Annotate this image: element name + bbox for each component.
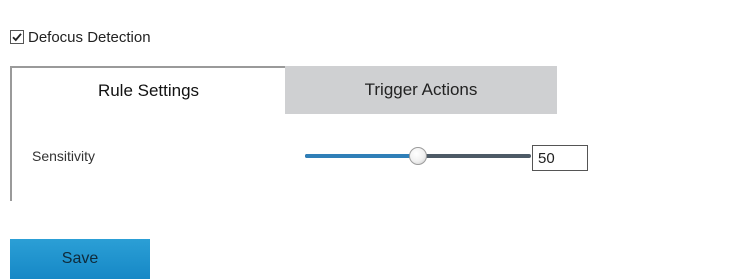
defocus-detection-checkbox[interactable] <box>10 30 24 44</box>
slider-thumb[interactable] <box>409 147 427 165</box>
tab-bar: Rule Settings Trigger Actions <box>12 66 557 114</box>
sensitivity-label: Sensitivity <box>32 148 96 164</box>
defocus-detection-row: Defocus Detection <box>10 28 151 46</box>
checkmark-icon <box>12 33 22 42</box>
tab-trigger-actions[interactable]: Trigger Actions <box>285 66 557 114</box>
save-button[interactable]: Save <box>10 239 150 279</box>
defocus-detection-label: Defocus Detection <box>28 28 151 46</box>
sensitivity-input[interactable] <box>532 145 588 171</box>
slider-fill <box>305 154 418 158</box>
tab-rule-settings[interactable]: Rule Settings <box>12 66 285 114</box>
settings-panel: Rule Settings Trigger Actions Sensitivit… <box>10 66 732 201</box>
sensitivity-slider[interactable] <box>305 146 531 168</box>
